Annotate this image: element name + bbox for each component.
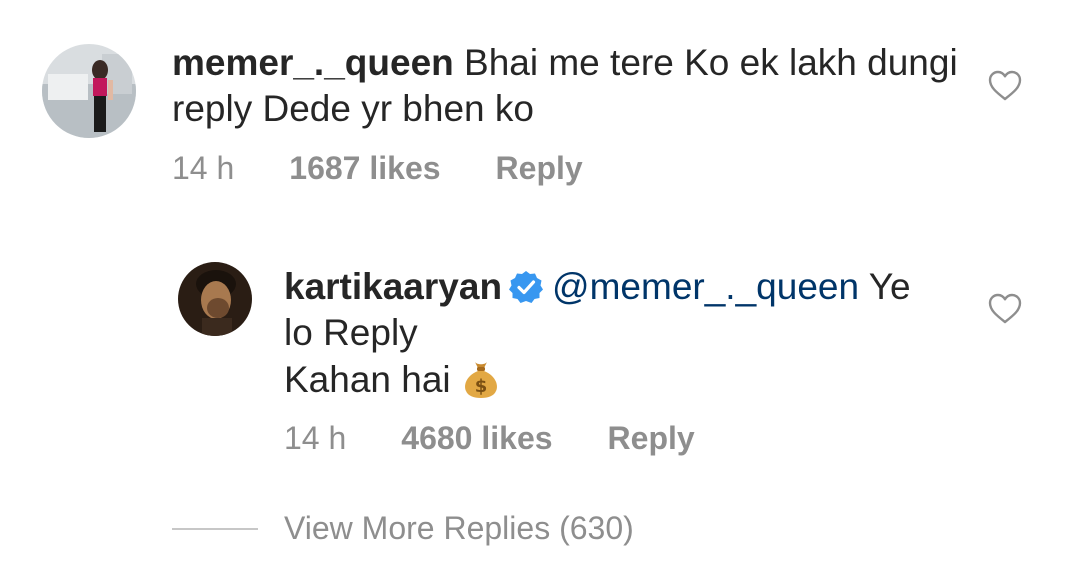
verified-badge-icon <box>508 269 544 305</box>
reply-mention-link[interactable]: @memer_._queen <box>552 266 859 307</box>
like-heart-icon[interactable] <box>988 70 1022 102</box>
reply-body-line2: lo Reply <box>284 312 418 353</box>
reply-time: 14 h <box>284 420 347 456</box>
svg-text:$: $ <box>474 376 487 397</box>
divider-line <box>172 527 258 530</box>
avatar-image <box>42 44 136 138</box>
avatar[interactable] <box>42 44 136 138</box>
comment-meta: 14 h 1687 likes Reply <box>172 150 583 187</box>
comment-likes[interactable]: 1687 likes <box>289 150 440 187</box>
view-more-replies-button[interactable]: View More Replies (630) <box>172 510 634 547</box>
reply-body-line3: Kahan hai <box>284 359 451 400</box>
reply-body-line1: Ye <box>868 266 911 307</box>
reply-username[interactable]: kartikaaryan <box>284 266 502 307</box>
avatar-image <box>178 262 252 336</box>
view-more-replies-label: View More Replies (630) <box>284 510 634 546</box>
like-heart-icon[interactable] <box>988 293 1022 325</box>
avatar[interactable] <box>178 262 252 336</box>
reply-text: kartikaaryan @memer_._queen Ye lo Reply … <box>284 264 984 403</box>
reply-likes[interactable]: 4680 likes <box>401 420 552 457</box>
money-bag-icon: $ <box>459 356 503 400</box>
comment-text: memer_._queen Bhai me tere Ko ek lakh du… <box>172 40 972 132</box>
comment-username[interactable]: memer_._queen <box>172 42 454 83</box>
comment-reply-button[interactable]: Reply <box>496 150 583 187</box>
reply-reply-button[interactable]: Reply <box>608 420 695 457</box>
comment-time: 14 h <box>172 150 235 186</box>
reply-meta: 14 h 4680 likes Reply <box>284 420 695 457</box>
